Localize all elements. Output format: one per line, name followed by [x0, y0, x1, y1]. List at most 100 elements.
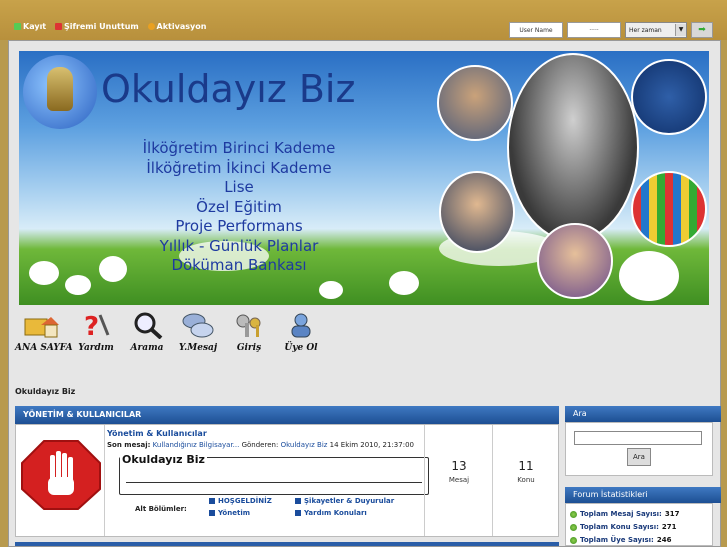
subforum-icon: [209, 510, 215, 516]
key-icon: [54, 23, 62, 30]
nav-home-label: ANA SAYFA: [15, 343, 73, 353]
activation-link[interactable]: Aktivasyon: [147, 22, 207, 31]
stat-label: Toplam Konu Sayısı:: [580, 523, 659, 531]
sender-label: Gönderen:: [241, 441, 279, 449]
site-banner[interactable]: Okuldayız Biz İlköğretim Birinci Kademe …: [19, 51, 709, 305]
last-message-date: 14 Ekim 2010, 21:37:00: [329, 441, 414, 449]
nav-search[interactable]: Arama: [125, 311, 169, 353]
children-photo: [537, 223, 613, 299]
stat-value: 317: [664, 510, 680, 518]
nav-help-label: Yardım: [78, 343, 114, 353]
category-header[interactable]: YÖNETİM & KULLANICILAR: [15, 406, 559, 424]
forum-title-link[interactable]: Yönetim & Kullanıcılar: [107, 429, 207, 438]
search-button[interactable]: Ara: [627, 448, 651, 466]
stop-hand-icon: [21, 440, 101, 510]
subforum-link[interactable]: Yardım Konuları: [295, 509, 367, 517]
subforum-icon: [295, 498, 301, 504]
sender-link[interactable]: Okuldayız Biz: [281, 441, 328, 449]
banner-line: Özel Eğitim: [196, 197, 282, 216]
nav-new-messages[interactable]: Y.Mesaj: [173, 311, 223, 353]
students-photo: [439, 171, 515, 253]
subforum-icon: [295, 510, 301, 516]
help-icon: ?: [84, 312, 110, 342]
binders-photo: [631, 171, 707, 247]
stat-label: Toplam Mesaj Sayısı:: [580, 510, 662, 518]
register-link-label: Kayıt: [23, 22, 47, 31]
stats-panel-header: Forum İstatistikleri: [565, 487, 721, 503]
stats-icon: [570, 523, 577, 531]
last-message-link[interactable]: Kullandığınız Bilgisayar...: [153, 441, 240, 449]
stats-icon: [570, 510, 577, 518]
stat-label: Toplam Üye Sayısı:: [580, 536, 654, 544]
chevron-down-icon: ▼: [675, 24, 686, 36]
message-count-label: Mesaj: [448, 476, 470, 484]
banner-line: Yıllık - Günlük Planlar: [159, 236, 319, 255]
subforum-link[interactable]: Şikayetler & Duyurular: [295, 497, 394, 505]
banner-line: İlköğretim Birinci Kademe: [142, 139, 336, 157]
subforums-label: Alt Bölümler:: [135, 505, 187, 513]
banner-line: İlköğretim İkinci Kademe: [146, 158, 332, 177]
subforum-label: Yardım Konuları: [304, 509, 367, 517]
banner-title: Okuldayız Biz: [101, 67, 356, 111]
stats-icon: [570, 536, 577, 544]
nav-register-label: Üye Ol: [284, 343, 318, 353]
subforum-label: HOŞGELDİNİZ: [218, 497, 272, 505]
stat-value: 271: [661, 523, 677, 531]
register-icon: [14, 23, 21, 30]
keys-icon: [236, 314, 261, 337]
subforum-link[interactable]: Yönetim: [209, 509, 250, 517]
search-panel-header: Ara: [565, 406, 721, 422]
subforum-label: Şikayetler & Duyurular: [304, 497, 395, 505]
breadcrumb[interactable]: Okuldayız Biz: [15, 387, 75, 396]
session-duration-value: Her zaman: [629, 26, 662, 34]
stat-row: Toplam Üye Sayısı: 246: [570, 536, 671, 544]
nav-home[interactable]: ANA SAYFA: [15, 311, 73, 353]
message-count-value: 13: [451, 459, 467, 473]
main-nav: ANA SAYFA ? Yardım Arama Y.Mesaj Giriş Ü…: [13, 311, 716, 366]
nav-login-label: Giriş: [236, 343, 262, 353]
magnifier-icon: [134, 312, 163, 340]
login-submit-button[interactable]: ➡: [691, 22, 713, 38]
svg-text:?: ?: [84, 312, 99, 339]
message-count: 13 Mesaj: [424, 425, 493, 536]
forgot-password-link[interactable]: Şifremi Unuttum: [54, 22, 139, 31]
chat-bubbles-icon: [182, 313, 214, 338]
subforum-link[interactable]: HOŞGELDİNİZ: [209, 497, 272, 505]
banner-line: Döküman Bankası: [171, 256, 307, 274]
banner-line: Lise: [224, 178, 254, 196]
activation-icon: [147, 23, 155, 30]
search-input[interactable]: [574, 431, 702, 445]
activation-label: Aktivasyon: [156, 22, 207, 31]
next-category-header: [15, 542, 559, 546]
subforum-icon: [209, 498, 215, 504]
session-duration-select[interactable]: Her zaman ▼: [625, 22, 687, 38]
password-input[interactable]: ·····: [567, 22, 621, 38]
topic-count-label: Konu: [517, 476, 535, 484]
subforums-box-title: Okuldayız Biz: [120, 453, 207, 466]
student-photo: [437, 65, 513, 141]
topic-count-value: 11: [518, 459, 534, 473]
last-message: Son mesaj: Kullandığınız Bilgisayar... G…: [107, 441, 414, 449]
nav-register[interactable]: Üye Ol: [275, 311, 327, 353]
nav-login[interactable]: Giriş: [227, 311, 271, 353]
nav-search-label: Arama: [130, 343, 164, 353]
home-folder-icon: [24, 317, 59, 338]
stats-panel: Toplam Mesaj Sayısı: 317 Toplam Konu Sayı…: [565, 503, 713, 546]
forum-row: Yönetim & Kullanıcılar Son mesaj: Kullan…: [15, 424, 559, 537]
banner-lines: İlköğretim Birinci Kademe İlköğretim İki…: [119, 139, 359, 276]
top-bar: Kayıt Şifremi Unuttum Aktivasyon User Na…: [0, 0, 727, 40]
forum-info: Yönetim & Kullanıcılar Son mesaj: Kullan…: [104, 425, 429, 536]
stat-row: Toplam Konu Sayısı: 271: [570, 523, 677, 531]
stat-value: 246: [656, 536, 672, 544]
portrait-photo: [507, 53, 639, 242]
register-link[interactable]: Kayıt: [14, 22, 46, 31]
stat-row: Toplam Mesaj Sayısı: 317: [570, 510, 679, 518]
forgot-password-label: Şifremi Unuttum: [63, 22, 139, 31]
search-panel: Ara: [565, 422, 713, 476]
subforum-label: Yönetim: [218, 509, 251, 517]
nav-new-messages-label: Y.Mesaj: [178, 343, 218, 353]
subforums-box: Okuldayız Biz: [119, 453, 429, 495]
topic-count: 11 Konu: [492, 425, 559, 536]
nav-help[interactable]: ? Yardım: [71, 311, 121, 353]
username-input[interactable]: User Name: [509, 22, 563, 38]
